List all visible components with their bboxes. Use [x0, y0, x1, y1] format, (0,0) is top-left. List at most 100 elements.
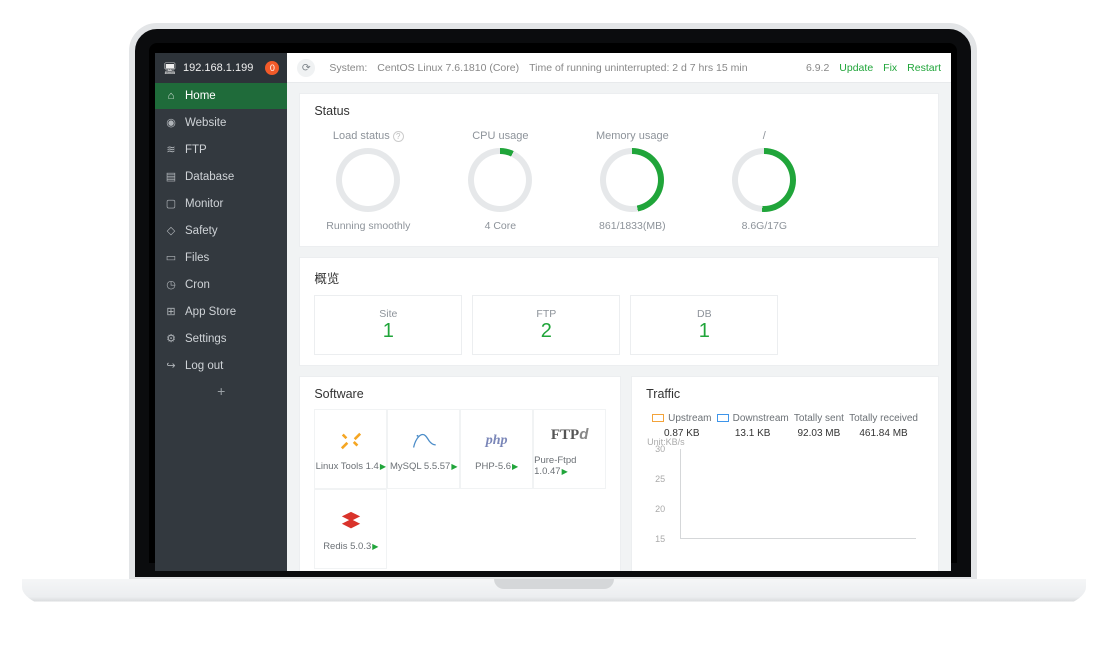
server-ip-bar: 🖥 192.168.1.199 0 [155, 53, 287, 83]
nav-database[interactable]: ▤ Database [155, 163, 287, 190]
nav-label: Settings [185, 333, 227, 345]
software-ftpd[interactable]: FTPd Pure-Ftpd 1.0.47▶ [533, 409, 606, 489]
legend-value: 92.03 MB [798, 428, 841, 439]
nav-files[interactable]: ▭ Files [155, 244, 287, 271]
nav-icon: ▭ [165, 251, 177, 264]
legend-label: Totally received [849, 413, 918, 424]
nav-settings[interactable]: ⚙ Settings [155, 325, 287, 352]
gauge-ring: 0 [336, 148, 400, 212]
update-link[interactable]: Update [839, 62, 873, 74]
nav-website[interactable]: ◉Website [155, 109, 287, 136]
ytick: 30 [655, 444, 665, 454]
software-redis[interactable]: Redis 5.0.3▶ [314, 489, 387, 569]
software-name: MySQL 5.5.57▶ [390, 461, 458, 472]
nav-log-out[interactable]: ↪ Log out [155, 352, 287, 379]
system-label: System: [329, 62, 367, 74]
traffic-downstream: Downstream 13.1 KB [717, 413, 789, 439]
topbar: ⟳ System: CentOS Linux 7.6.1810 (Core) T… [287, 53, 951, 83]
stat-site[interactable]: Site1 [314, 295, 462, 355]
stat-value: 2 [541, 320, 552, 343]
nav-ftp[interactable]: ≋FTP [155, 136, 287, 163]
legend-label: Downstream [717, 413, 789, 424]
stat-db[interactable]: DB1 [630, 295, 778, 355]
overview-panel: 概览 Site1FTP2DB1 [299, 257, 939, 366]
software-name: Pure-Ftpd 1.0.47▶ [534, 455, 605, 477]
nav-home[interactable]: ⌂ Home [155, 83, 287, 109]
gauge--[interactable]: / 51% 8.6G/17G [712, 130, 816, 232]
nav-label: Log out [185, 360, 223, 372]
alert-badge[interactable]: 0 [265, 61, 279, 75]
gauge-ring: 6.9 [468, 148, 532, 212]
tools-icon [340, 427, 362, 455]
ytick: 15 [655, 534, 665, 544]
nav-icon: ↪ [165, 359, 177, 372]
system-value: CentOS Linux 7.6.1810 (Core) [377, 62, 519, 74]
mysql-icon [411, 427, 437, 455]
gauge-load-status[interactable]: Load status? 0 Running smoothly [316, 130, 420, 232]
software-name: PHP-5.6▶ [475, 461, 518, 472]
main: ⟳ System: CentOS Linux 7.6.1810 (Core) T… [287, 53, 951, 571]
refresh-icon[interactable]: ⟳ [297, 59, 315, 77]
stat-label: FTP [536, 308, 556, 320]
ftpd-icon: FTPd [551, 421, 589, 449]
restart-link[interactable]: Restart [907, 62, 941, 74]
software-panel: Software Linux Tools 1.4▶ MySQL 5.5.57▶p… [299, 376, 621, 571]
gauge-sub: 861/1833(MB) [580, 220, 684, 232]
traffic-panel: Traffic Upstream 0.87 KBDownstream 13.1 … [631, 376, 939, 571]
chart-unit: Unit:KB/s [647, 437, 685, 447]
nav-monitor[interactable]: ▢ Monitor [155, 190, 287, 217]
gauge-ring: ⇗47.0 [600, 148, 664, 212]
traffic-title: Traffic [646, 387, 924, 401]
version: 6.9.2 [806, 62, 829, 74]
nav-icon: ▤ [165, 170, 177, 183]
nav-icon: ▢ [165, 197, 177, 210]
traffic-totally-received: Totally received 461.84 MB [849, 413, 918, 439]
php-icon: php [486, 427, 508, 455]
legend-label: Upstream [652, 413, 711, 424]
nav-label: FTP [185, 144, 207, 156]
nav-label: Cron [185, 279, 210, 291]
gauge-label: CPU usage [448, 130, 552, 142]
traffic-totally-sent: Totally sent 92.03 MB [794, 413, 844, 439]
nav-label: Home [185, 90, 216, 102]
gauge-ring: 51% [732, 148, 796, 212]
nav-label: Files [185, 252, 209, 264]
nav-icon: ⚙ [165, 332, 177, 345]
overview-title: 概览 [314, 268, 924, 287]
stat-value: 1 [383, 320, 394, 343]
nav-icon: ◇ [165, 224, 177, 237]
status-title: Status [314, 104, 924, 118]
software-php[interactable]: php PHP-5.6▶ [460, 409, 533, 489]
software-name: Linux Tools 1.4▶ [316, 461, 386, 472]
laptop-base [22, 579, 1086, 611]
legend-value: 461.84 MB [859, 428, 907, 439]
nav-label: Database [185, 171, 234, 183]
software-tools[interactable]: Linux Tools 1.4▶ [314, 409, 387, 489]
fix-link[interactable]: Fix [883, 62, 897, 74]
legend-label: Totally sent [794, 413, 844, 424]
gauge-sub: Running smoothly [316, 220, 420, 232]
nav-icon: ⌂ [165, 90, 177, 102]
software-mysql[interactable]: MySQL 5.5.57▶ [387, 409, 460, 489]
server-ip: 192.168.1.199 [183, 62, 253, 74]
traffic-chart: Unit:KB/s 30252015 [680, 449, 916, 539]
monitor-icon: 🖥 [163, 62, 177, 75]
nav-cron[interactable]: ◷Cron [155, 271, 287, 298]
stat-ftp[interactable]: FTP2 [472, 295, 620, 355]
gauge-memory-usage[interactable]: Memory usage ⇗47.0 861/1833(MB) [580, 130, 684, 232]
nav-label: Website [185, 117, 226, 129]
nav-safety[interactable]: ◇Safety [155, 217, 287, 244]
add-button[interactable]: + [155, 383, 287, 399]
uptime: Time of running uninterrupted: 2 d 7 hrs… [529, 62, 747, 74]
nav-app-store[interactable]: ⊞App Store [155, 298, 287, 325]
stat-label: DB [697, 308, 712, 320]
nav-label: Monitor [185, 198, 223, 210]
gauge-cpu-usage[interactable]: CPU usage 6.9 4 Core [448, 130, 552, 232]
software-name: Redis 5.0.3▶ [323, 541, 378, 552]
gauge-label: / [712, 130, 816, 142]
ytick: 25 [655, 474, 665, 484]
sidebar: 🖥 192.168.1.199 0 ⌂ Home ◉Website≋FTP ▤ Data… [155, 53, 287, 571]
content: Status Load status? 0 Running smoothly C… [287, 83, 951, 571]
stat-label: Site [379, 308, 397, 320]
status-panel: Status Load status? 0 Running smoothly C… [299, 93, 939, 247]
